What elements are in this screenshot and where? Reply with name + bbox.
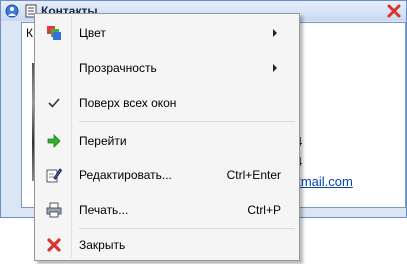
menu-item-label: Перейти [79, 134, 127, 148]
menu-item-color[interactable]: Цвет [37, 18, 297, 48]
printer-icon [46, 202, 62, 218]
green-arrow-right-icon [46, 133, 62, 149]
menu-separator [79, 228, 295, 229]
menu-item-print[interactable]: Печать... Ctrl+P [37, 195, 297, 225]
red-close-x-icon [46, 237, 62, 253]
context-menu: Цвет Прозрачность Поверх всех окон Перей… [34, 13, 300, 261]
menu-item-label: Закрыть [79, 238, 126, 252]
color-palette-icon [46, 25, 62, 41]
submenu-arrow-icon [273, 29, 277, 37]
edit-pencil-icon [46, 167, 63, 183]
menu-item-label: Цвет [79, 26, 106, 40]
menu-item-label: Прозрачность [79, 61, 157, 75]
menu-item-edit[interactable]: Редактировать... Ctrl+Enter [37, 160, 297, 190]
menu-item-label: Поверх всех окон [79, 96, 177, 110]
content-fragment-letter: К [26, 26, 33, 40]
menu-item-shortcut: Ctrl+P [247, 203, 281, 217]
menu-item-shortcut: Ctrl+Enter [226, 168, 281, 182]
window-close-icon[interactable] [386, 3, 402, 19]
menu-separator [79, 121, 295, 122]
submenu-arrow-icon [273, 64, 277, 72]
menu-item-transparency[interactable]: Прозрачность [37, 53, 297, 83]
app-logo-icon[interactable] [5, 4, 19, 18]
checkmark-icon [46, 95, 62, 111]
menu-item-goto[interactable]: Перейти [37, 126, 297, 156]
menu-item-always-on-top[interactable]: Поверх всех окон [37, 88, 297, 118]
menu-item-label: Печать... [79, 203, 129, 217]
menu-item-close[interactable]: Закрыть [37, 230, 297, 260]
menu-item-label: Редактировать... [79, 168, 172, 182]
